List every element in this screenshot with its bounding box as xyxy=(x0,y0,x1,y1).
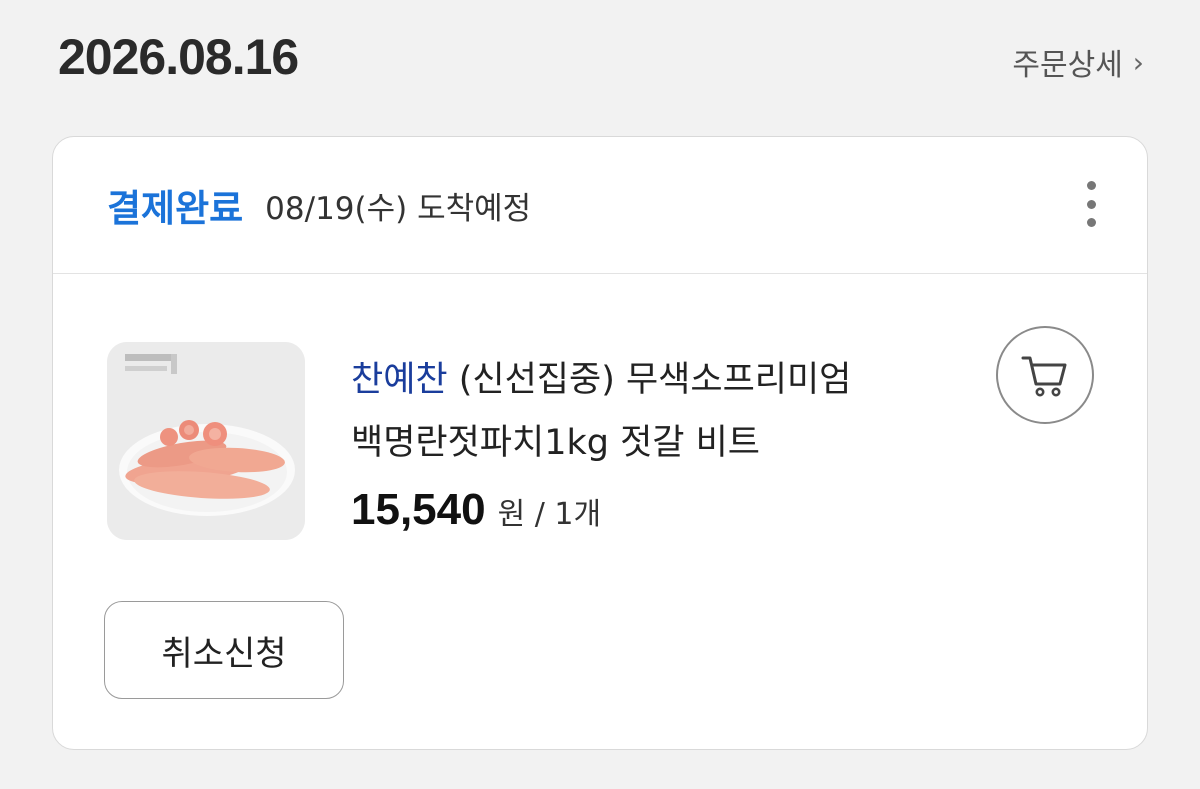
order-page: 2026.08.16 주문상세 › 결제완료 08/19(수) 도착예정 찬예찬… xyxy=(0,0,1200,789)
product-brand: 찬예찬 xyxy=(351,360,448,400)
cancel-request-button[interactable]: 취소신청 xyxy=(104,601,344,699)
arrival-estimate: 08/19(수) 도착예정 xyxy=(265,190,532,227)
order-detail-label: 주문상세 xyxy=(1012,48,1123,83)
product-price: 15,540 xyxy=(351,485,486,534)
add-to-cart-button[interactable] xyxy=(996,326,1094,424)
order-date: 2026.08.16 xyxy=(58,29,299,85)
order-detail-link[interactable]: 주문상세 › xyxy=(1012,40,1144,84)
product-name[interactable]: 찬예찬 (신선집중) 무색소프리미엄 백명란젓파치1kg 젓갈 비트 xyxy=(351,349,951,475)
more-vertical-icon[interactable] xyxy=(1079,181,1103,227)
payment-status: 결제완료 xyxy=(107,187,244,230)
chevron-right-icon: › xyxy=(1132,45,1144,79)
order-card: 결제완료 08/19(수) 도착예정 찬예찬 (신선집중) 무색소프리미엄 백명… xyxy=(52,136,1148,750)
product-name-line2: 백명란젓파치1kg 젓갈 비트 xyxy=(351,423,761,463)
product-image[interactable] xyxy=(107,342,305,540)
price-row: 15,540 원 / 1개 xyxy=(351,485,601,535)
price-unit: 원 / 1개 xyxy=(497,497,602,532)
order-card-header: 결제완료 08/19(수) 도착예정 xyxy=(53,137,1147,274)
product-name-line1: (신선집중) 무색소프리미엄 xyxy=(447,360,852,400)
cart-icon xyxy=(1021,356,1067,397)
